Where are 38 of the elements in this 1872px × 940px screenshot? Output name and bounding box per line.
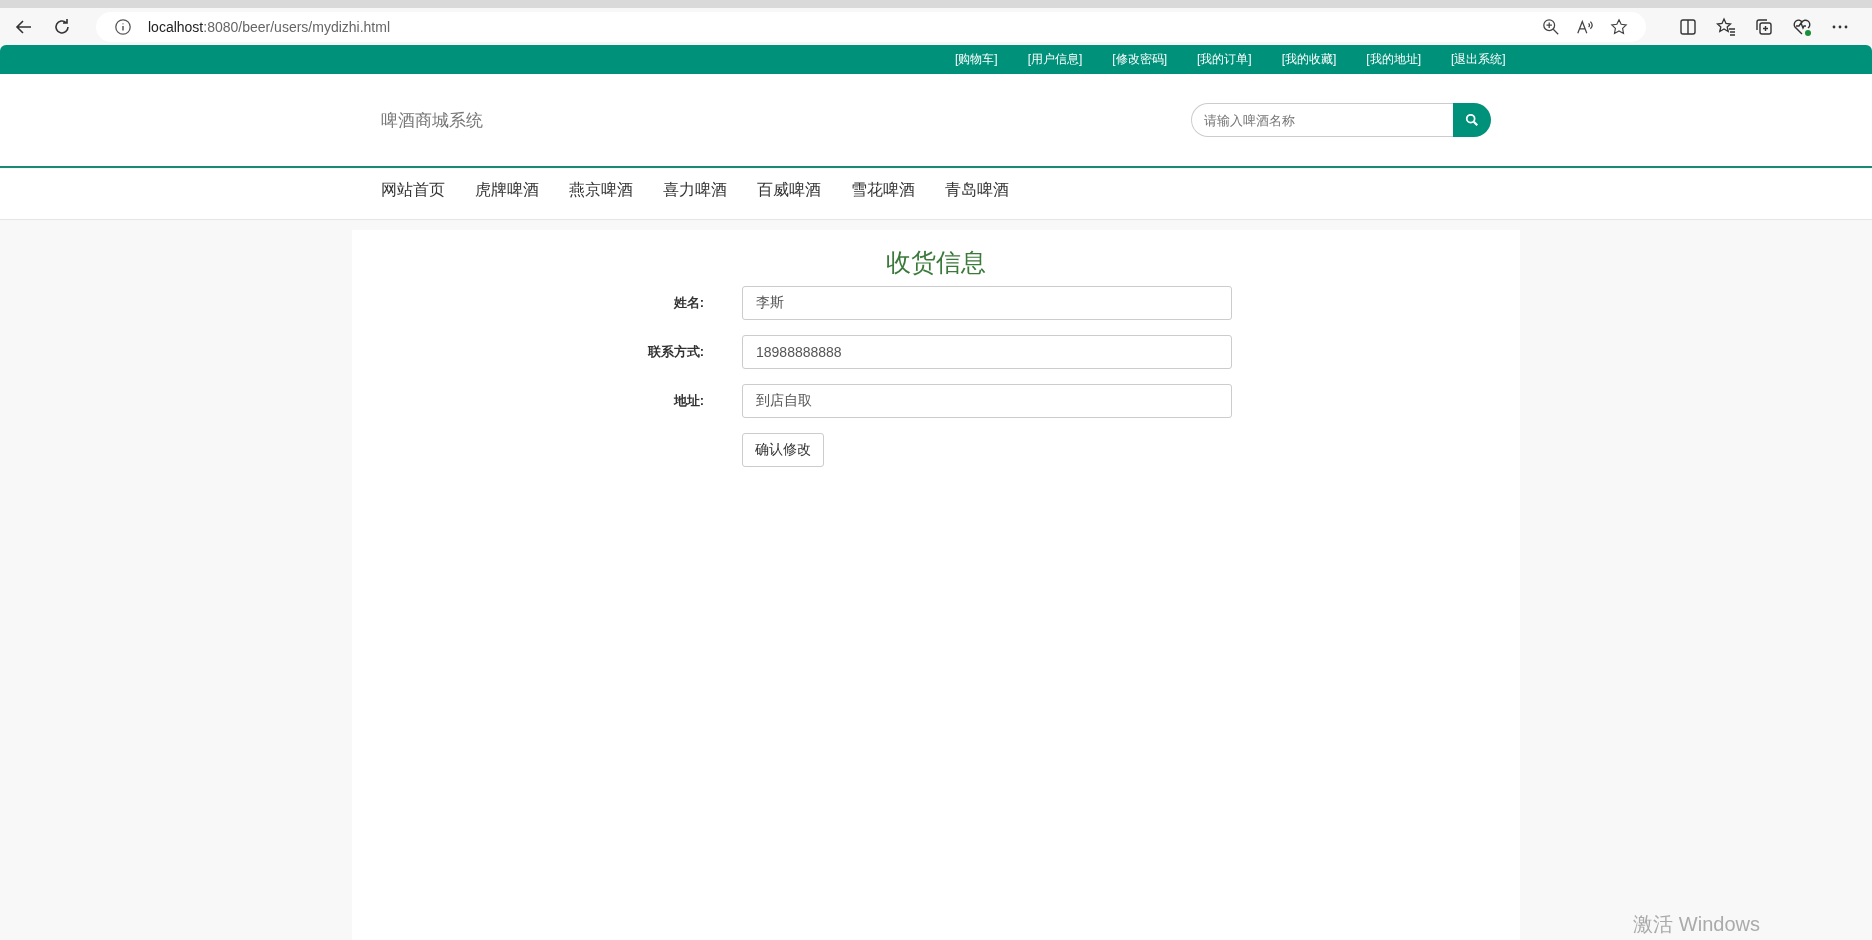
reload-icon[interactable] [52, 16, 72, 37]
search-field[interactable]: 请输入啤酒名称 [1191, 103, 1453, 137]
star-icon[interactable] [1610, 17, 1628, 36]
zoom-icon[interactable] [1542, 17, 1560, 36]
nav-link[interactable]: 网站首页 [381, 179, 445, 201]
heart-pulse-icon[interactable] [1792, 16, 1812, 37]
activation-watermark: 激活 Windows [1633, 912, 1760, 937]
site-logo[interactable]: 啤酒商城系统 [381, 108, 483, 132]
top-link[interactable]: [修改密码] [1112, 51, 1167, 68]
nav-link[interactable]: 虎牌啤酒 [475, 179, 539, 201]
field-label: 地址: [672, 392, 704, 410]
read-aloud-icon[interactable] [1576, 17, 1594, 36]
input-field[interactable]: 到店自取 [742, 384, 1232, 418]
top-link[interactable]: [我的订单] [1197, 51, 1252, 68]
collections-icon[interactable] [1754, 16, 1774, 37]
address-bar[interactable]: localhost:8080/beer/users/mydizhi.html [96, 11, 1646, 42]
top-link[interactable]: [退出系统] [1451, 51, 1506, 68]
nav-link[interactable]: 燕京啤酒 [569, 179, 633, 201]
field-label: 姓名: [672, 294, 704, 312]
top-link[interactable]: [用户信息] [1027, 51, 1083, 68]
top-link[interactable]: [我的收藏] [1281, 51, 1337, 68]
favorites-icon[interactable] [1716, 16, 1736, 37]
search-button[interactable] [1453, 103, 1491, 137]
top-link[interactable]: [购物车] [955, 51, 998, 68]
url-text: localhost:8080/beer/users/mydizhi.html [148, 18, 391, 35]
nav-link[interactable]: 喜力啤酒 [663, 179, 727, 201]
input-field[interactable]: 18988888888 [742, 335, 1232, 369]
info-icon[interactable] [114, 17, 132, 36]
field-label: 联系方式: [646, 343, 704, 361]
top-link[interactable]: [我的地址] [1366, 51, 1422, 68]
confirm-button[interactable]: 确认修改 [742, 433, 824, 467]
nav-link[interactable]: 百威啤酒 [757, 179, 821, 201]
split-screen-icon[interactable] [1678, 16, 1698, 37]
nav-link[interactable]: 青岛啤酒 [945, 179, 1009, 201]
input-field[interactable]: 李斯 [742, 286, 1232, 320]
form-title: 收货信息 [886, 247, 986, 278]
nav-link[interactable]: 雪花啤酒 [851, 179, 915, 201]
search-icon [1465, 113, 1479, 127]
